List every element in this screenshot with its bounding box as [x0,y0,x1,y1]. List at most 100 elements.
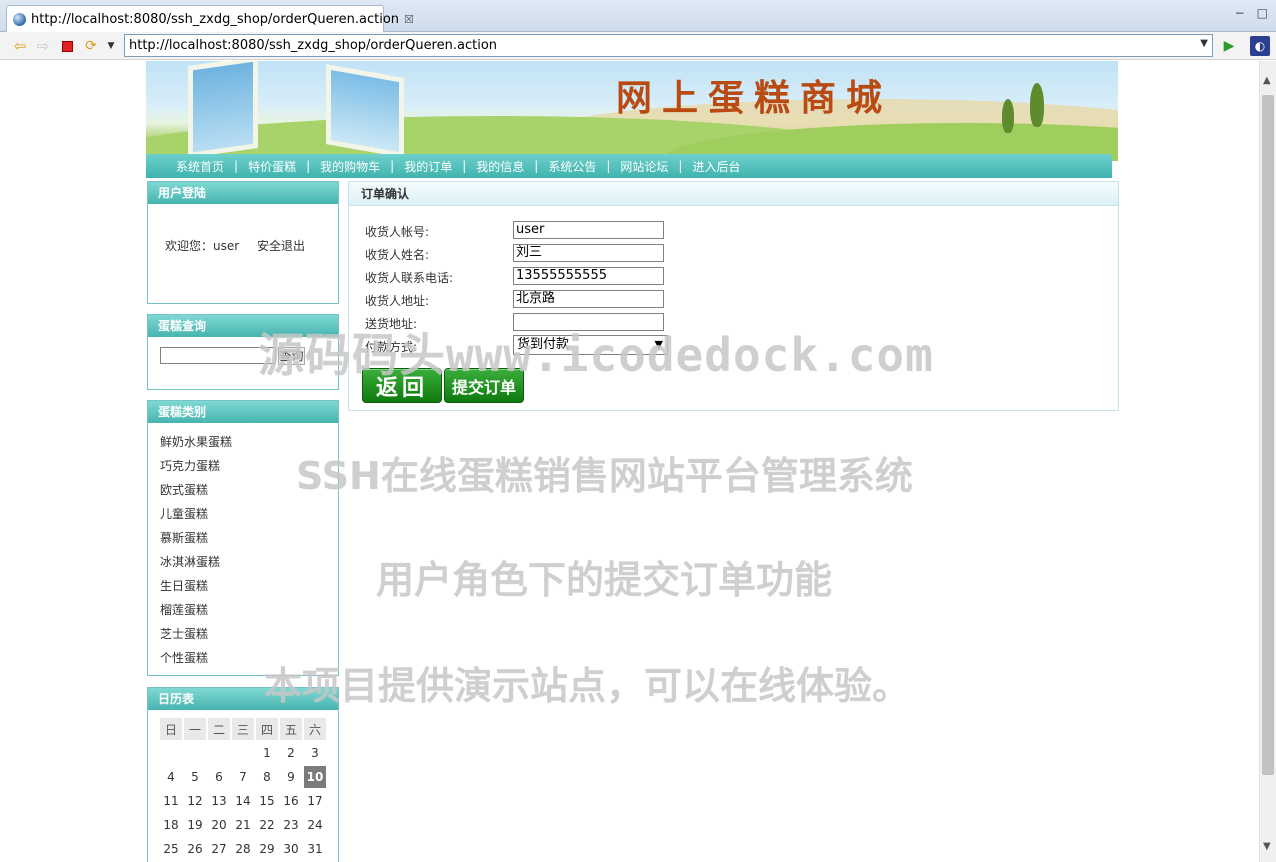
open-window-illustration [326,64,404,158]
field-input[interactable]: 刘三 [513,244,664,262]
calendar-day[interactable]: 5 [184,766,206,788]
field-label: 收货人地址: [365,294,430,308]
calendar-day[interactable]: 15 [256,790,278,812]
tree-illustration [1002,99,1014,133]
calendar-day[interactable]: 7 [232,766,254,788]
calendar-day[interactable]: 1 [256,742,278,764]
order-panel-title: 订单确认 [349,182,1118,206]
open-window-illustration [188,61,258,158]
vertical-scrollbar[interactable]: ▲ ▼ [1259,61,1276,862]
address-bar[interactable]: http://localhost:8080/ssh_zxdg_shop/orde… [124,34,1213,57]
form-row: 收货人地址: 北京路 [365,290,1065,308]
nav-separator: | [462,159,467,173]
calendar-day[interactable]: 23 [280,814,302,836]
calendar-day[interactable]: 26 [184,838,206,860]
calendar-weekday: 五 [280,718,302,740]
calendar-day [208,742,230,764]
calendar-day[interactable]: 18 [160,814,182,836]
calendar-day[interactable]: 27 [208,838,230,860]
calendar-day[interactable]: 29 [256,838,278,860]
nav-item[interactable]: 我的订单 [404,158,452,175]
nav-item[interactable]: 进入后台 [692,158,740,175]
scroll-up-icon[interactable]: ▲ [1263,75,1271,86]
calendar-day[interactable]: 16 [280,790,302,812]
category-link[interactable]: 生日蛋糕 [160,574,338,598]
category-panel: 蛋糕类别 鲜奶水果蛋糕 巧克力蛋糕 欧式蛋糕 儿童蛋糕 慕斯蛋糕 冰淇淋蛋糕 生日蛋糕 榴莲蛋… [147,400,339,676]
nav-item[interactable]: 我的信息 [476,158,524,175]
calendar-day[interactable]: 8 [256,766,278,788]
field-input[interactable]: user [513,221,664,239]
calendar-day [184,742,206,764]
calendar-day[interactable]: 24 [304,814,326,836]
dropdown-arrow-icon[interactable]: ▼ [102,37,120,55]
tab-close-icon[interactable]: ☒ [404,13,414,26]
site-title: 网上蛋糕商城 [616,77,893,119]
web-page: 网上蛋糕商城 系统首页 | 特价蛋糕 | 我的购物车 | 我的订单 | 我的信息 | 系统公告 | 网站… [0,61,1259,862]
form-row: 收货人姓名: 刘三 [365,244,1065,262]
maximize-button[interactable]: □ [1257,6,1268,20]
calendar-day[interactable]: 14 [232,790,254,812]
browser-tab[interactable]: http://localhost:8080/ssh_zxdg_shop/orde… [6,5,414,32]
stop-icon[interactable] [58,37,76,55]
calendar-week-row: 11 12 13 14 15 16 17 [160,790,326,812]
refresh-icon[interactable]: ⟳ [82,37,100,55]
category-link[interactable]: 儿童蛋糕 [160,502,338,526]
login-panel: 用户登陆 欢迎您：user 安全退出 [147,181,339,304]
calendar-table: 日一二三四五六 1 2 3 4 5 6 7 8 9 10 11 12 13 14 15 16 17 18 19 20 21… [158,716,328,862]
calendar-day[interactable]: 3 [304,742,326,764]
chevron-down-icon[interactable]: ▼ [1200,38,1208,49]
watermark-text: 用户角色下的提交订单功能 [376,558,833,602]
category-link[interactable]: 慕斯蛋糕 [160,526,338,550]
calendar-day[interactable]: 19 [184,814,206,836]
nav-item[interactable]: 网站论坛 [620,158,668,175]
calendar-day[interactable]: 9 [280,766,302,788]
tree-illustration [1030,83,1044,127]
calendar-day[interactable]: 13 [208,790,230,812]
calendar-day[interactable]: 25 [160,838,182,860]
category-link[interactable]: 榴莲蛋糕 [160,598,338,622]
category-link[interactable]: 芝士蛋糕 [160,622,338,646]
calendar-day[interactable]: 6 [208,766,230,788]
eclipse-icon[interactable]: ◐ [1250,36,1270,56]
field-input[interactable]: 13555555555 [513,267,664,285]
window-controls: − □ [1235,6,1268,20]
forward-arrow-icon[interactable]: ⇨ [34,37,52,55]
nav-item[interactable]: 我的购物车 [320,158,380,175]
go-play-icon[interactable]: ▶ [1220,37,1238,55]
nav-item[interactable]: 系统首页 [176,158,224,175]
calendar-week-row: 4 5 6 7 8 9 10 [160,766,326,788]
calendar-day[interactable]: 22 [256,814,278,836]
calendar-weekday: 二 [208,718,230,740]
calendar-day[interactable]: 2 [280,742,302,764]
calendar-day[interactable]: 12 [184,790,206,812]
calendar-week-row: 123 [160,742,326,764]
field-label: 收货人帐号: [365,225,430,239]
scroll-down-icon[interactable]: ▼ [1263,841,1271,852]
calendar-day[interactable]: 17 [304,790,326,812]
calendar-day[interactable]: 10 [304,766,326,788]
calendar-day[interactable]: 28 [232,838,254,860]
watermark-text: 本项目提供演示站点，可以在线体验。 [264,664,911,708]
calendar-day[interactable]: 30 [280,838,302,860]
browser-toolbar: ⇦ ⇨ ⟳ ▼ http://localhost:8080/ssh_zxdg_s… [0,32,1276,60]
minimize-button[interactable]: − [1235,6,1245,20]
browser-tab-bar: http://localhost:8080/ssh_zxdg_shop/orde… [0,0,1276,32]
calendar-day[interactable]: 21 [232,814,254,836]
category-link[interactable]: 冰淇淋蛋糕 [160,550,338,574]
nav-item[interactable]: 系统公告 [548,158,596,175]
calendar-weekday: 三 [232,718,254,740]
calendar-day[interactable]: 11 [160,790,182,812]
calendar-day[interactable]: 31 [304,838,326,860]
back-arrow-icon[interactable]: ⇦ [11,37,29,55]
welcome-text: 欢迎您：user [165,239,240,253]
field-input[interactable]: 北京路 [513,290,664,308]
calendar-day[interactable]: 20 [208,814,230,836]
logout-link[interactable]: 安全退出 [257,239,305,253]
category-panel-title: 蛋糕类别 [148,401,338,423]
calendar-day[interactable]: 4 [160,766,182,788]
nav-separator: | [306,159,311,173]
nav-item[interactable]: 特价蛋糕 [248,158,296,175]
nav-separator: | [606,159,611,173]
scroll-thumb[interactable] [1262,95,1274,775]
calendar-day [232,742,254,764]
